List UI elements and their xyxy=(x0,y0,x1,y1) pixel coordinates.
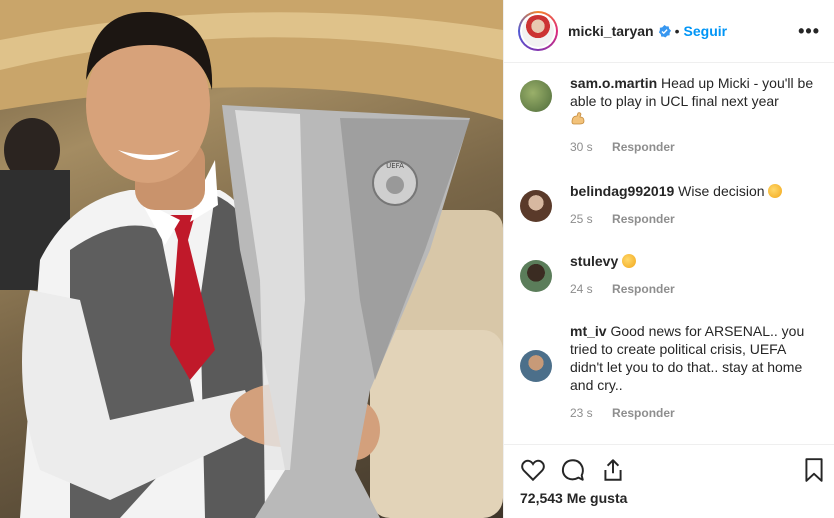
comments-list: sam.o.martin Head up Micki - you'll be a… xyxy=(504,64,834,444)
comment-meta: 24 s Responder xyxy=(570,280,675,298)
comment-time: 30 s xyxy=(570,140,593,154)
comment-text-block: stulevy xyxy=(570,252,675,270)
reply-button[interactable]: Responder xyxy=(612,406,675,420)
heart-icon[interactable] xyxy=(520,457,546,483)
comment-item: mt_iv Good news for ARSENAL.. you tried … xyxy=(520,322,820,422)
comment-username[interactable]: stulevy xyxy=(570,253,618,269)
post-side-panel: micki_taryan • Seguir ••• sam.o.martin H… xyxy=(503,0,834,518)
comment-meta: 30 s Responder xyxy=(570,138,820,156)
comment-avatar[interactable] xyxy=(520,350,552,382)
comment-text-block: mt_iv Good news for ARSENAL.. you tried … xyxy=(570,322,820,394)
follow-button[interactable]: Seguir xyxy=(684,23,728,39)
comment-avatar[interactable] xyxy=(520,260,552,292)
comment-icon[interactable] xyxy=(560,457,586,483)
verified-badge-icon xyxy=(658,24,671,38)
comment-time: 24 s xyxy=(570,282,593,296)
post-actions-bar: 72,543 Me gusta xyxy=(504,444,834,518)
comment-item: stulevy 24 s Responder xyxy=(520,252,820,298)
comment-item: sam.o.martin Head up Micki - you'll be a… xyxy=(520,74,820,156)
reply-button[interactable]: Responder xyxy=(612,212,675,226)
flexed-biceps-emoji-icon xyxy=(571,112,585,125)
comment-time: 25 s xyxy=(570,212,593,226)
share-icon[interactable] xyxy=(600,457,626,483)
comment-meta: 25 s Responder xyxy=(570,210,782,228)
post-photo[interactable]: UEFA xyxy=(0,0,503,518)
photo-illustration: UEFA xyxy=(0,0,503,518)
reply-button[interactable]: Responder xyxy=(612,282,675,296)
separator-dot: • xyxy=(674,23,680,39)
comment-username[interactable]: sam.o.martin xyxy=(570,75,657,91)
comment-text-block: sam.o.martin Head up Micki - you'll be a… xyxy=(570,74,820,128)
comment-time: 23 s xyxy=(570,406,593,420)
comment-meta: 23 s Responder xyxy=(570,404,820,422)
comment-text-block: belindag992019 Wise decision xyxy=(570,182,783,200)
kiss-face-emoji-icon xyxy=(768,184,783,198)
comment-avatar[interactable] xyxy=(520,190,552,222)
author-username[interactable]: micki_taryan xyxy=(568,23,654,39)
comment-username[interactable]: mt_iv xyxy=(570,323,607,339)
post-header: micki_taryan • Seguir ••• xyxy=(504,0,834,63)
more-options-icon[interactable]: ••• xyxy=(798,21,820,42)
comment-item: belindag992019 Wise decision 25 s Respon… xyxy=(520,182,820,228)
comment-text: Wise decision xyxy=(678,183,765,199)
trophy-badge-text: UEFA xyxy=(386,162,404,170)
bookmark-icon[interactable] xyxy=(801,457,827,483)
reply-button[interactable]: Responder xyxy=(612,140,675,154)
sad-face-emoji-icon xyxy=(622,254,637,268)
comment-username[interactable]: belindag992019 xyxy=(570,183,674,199)
author-avatar[interactable] xyxy=(518,11,558,51)
comment-avatar[interactable] xyxy=(520,80,552,112)
likes-count[interactable]: 72,543 Me gusta xyxy=(520,490,627,506)
